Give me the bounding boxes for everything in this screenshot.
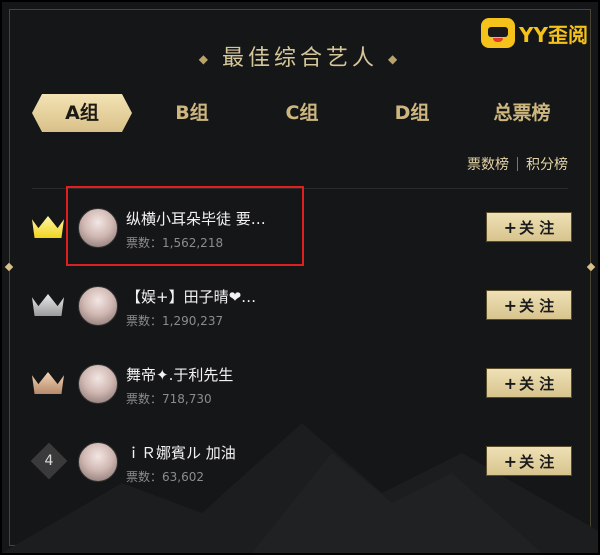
- plus-icon: +: [503, 374, 518, 393]
- vote-value: 1,562,218: [162, 236, 224, 250]
- list-divider: [32, 188, 568, 189]
- list-item: 4 ｉＲ娜賓ル 加油 票数：63,602 + 关 注: [30, 426, 572, 496]
- follow-label: 关 注: [519, 453, 555, 471]
- artist-name[interactable]: ｉＲ娜賓ル 加油: [126, 442, 236, 463]
- vote-label: 票数：: [126, 236, 163, 250]
- rank-badge: [32, 212, 66, 242]
- rank-switch: 票数榜 积分榜: [467, 154, 568, 174]
- vote-label: 票数：: [126, 314, 163, 328]
- avatar[interactable]: [78, 364, 118, 404]
- right-diamond: [586, 262, 596, 272]
- rank-badge: [32, 368, 66, 398]
- rank-badge: [32, 290, 66, 320]
- plus-icon: +: [503, 296, 518, 315]
- artist-name[interactable]: 【娱+】田子晴❤…: [126, 286, 256, 307]
- rank-badge: 4: [30, 442, 68, 480]
- plus-icon: +: [503, 218, 518, 237]
- follow-label: 关 注: [519, 297, 555, 315]
- tab-b-group[interactable]: B组: [142, 94, 242, 132]
- title-dot-left: ◆: [198, 52, 212, 66]
- plus-icon: +: [503, 452, 518, 471]
- logo-icon: [481, 18, 516, 48]
- follow-button[interactable]: + 关 注: [486, 212, 572, 242]
- tab-total-votes[interactable]: 总票榜: [472, 94, 572, 132]
- follow-button[interactable]: + 关 注: [486, 368, 572, 398]
- left-diamond: [4, 262, 14, 272]
- follow-button[interactable]: + 关 注: [486, 290, 572, 320]
- artist-name[interactable]: 舞帝✦.于利先生: [126, 364, 233, 385]
- tab-d-group[interactable]: D组: [362, 94, 462, 132]
- vote-value: 718,730: [162, 392, 212, 406]
- list-item: 纵横小耳朵毕徒 要… 票数：1,562,218 + 关 注: [32, 192, 572, 262]
- ranking-panel: ◆ 最佳综合艺人 ◆ YY歪阅 A组 B组 C组 D组 总票榜 票数榜 积分榜 纵横…: [0, 0, 600, 555]
- list-item: 【娱+】田子晴❤… 票数：1,290,237 + 关 注: [32, 270, 572, 340]
- rank-number: 4: [44, 453, 54, 469]
- follow-label: 关 注: [519, 375, 555, 393]
- vote-count: 票数：1,290,237: [126, 312, 223, 329]
- rank-switch-divider: [517, 157, 518, 171]
- title-dot-right: ◆: [388, 52, 402, 66]
- rank-number-badge: 4: [30, 442, 68, 480]
- logo-text: YY歪阅: [519, 22, 588, 47]
- tab-a-group[interactable]: A组: [32, 94, 132, 132]
- follow-button[interactable]: + 关 注: [486, 446, 572, 476]
- artist-name[interactable]: 纵横小耳朵毕徒 要…: [126, 208, 266, 229]
- vote-count: 票数：63,602: [126, 468, 204, 485]
- bronze-crown-icon: [32, 372, 64, 394]
- vote-count: 票数：718,730: [126, 390, 212, 407]
- votes-rank-link[interactable]: 票数榜: [467, 154, 509, 174]
- vote-value: 1,290,237: [162, 314, 224, 328]
- avatar[interactable]: [78, 286, 118, 326]
- yy-logo: YY歪阅: [481, 18, 588, 48]
- silver-crown-icon: [32, 294, 64, 316]
- gold-crown-icon: [32, 216, 64, 238]
- avatar[interactable]: [78, 208, 118, 248]
- group-tabs: A组 B组 C组 D组 总票榜: [32, 94, 572, 132]
- points-rank-link[interactable]: 积分榜: [526, 154, 568, 174]
- tab-c-group[interactable]: C组: [252, 94, 352, 132]
- vote-label: 票数：: [126, 470, 163, 484]
- vote-label: 票数：: [126, 392, 163, 406]
- list-item: 舞帝✦.于利先生 票数：718,730 + 关 注: [32, 348, 572, 418]
- vote-count: 票数：1,562,218: [126, 234, 223, 251]
- page-title-text: 最佳综合艺人: [221, 46, 378, 71]
- follow-label: 关 注: [519, 219, 555, 237]
- vote-value: 63,602: [162, 470, 205, 484]
- avatar[interactable]: [78, 442, 118, 482]
